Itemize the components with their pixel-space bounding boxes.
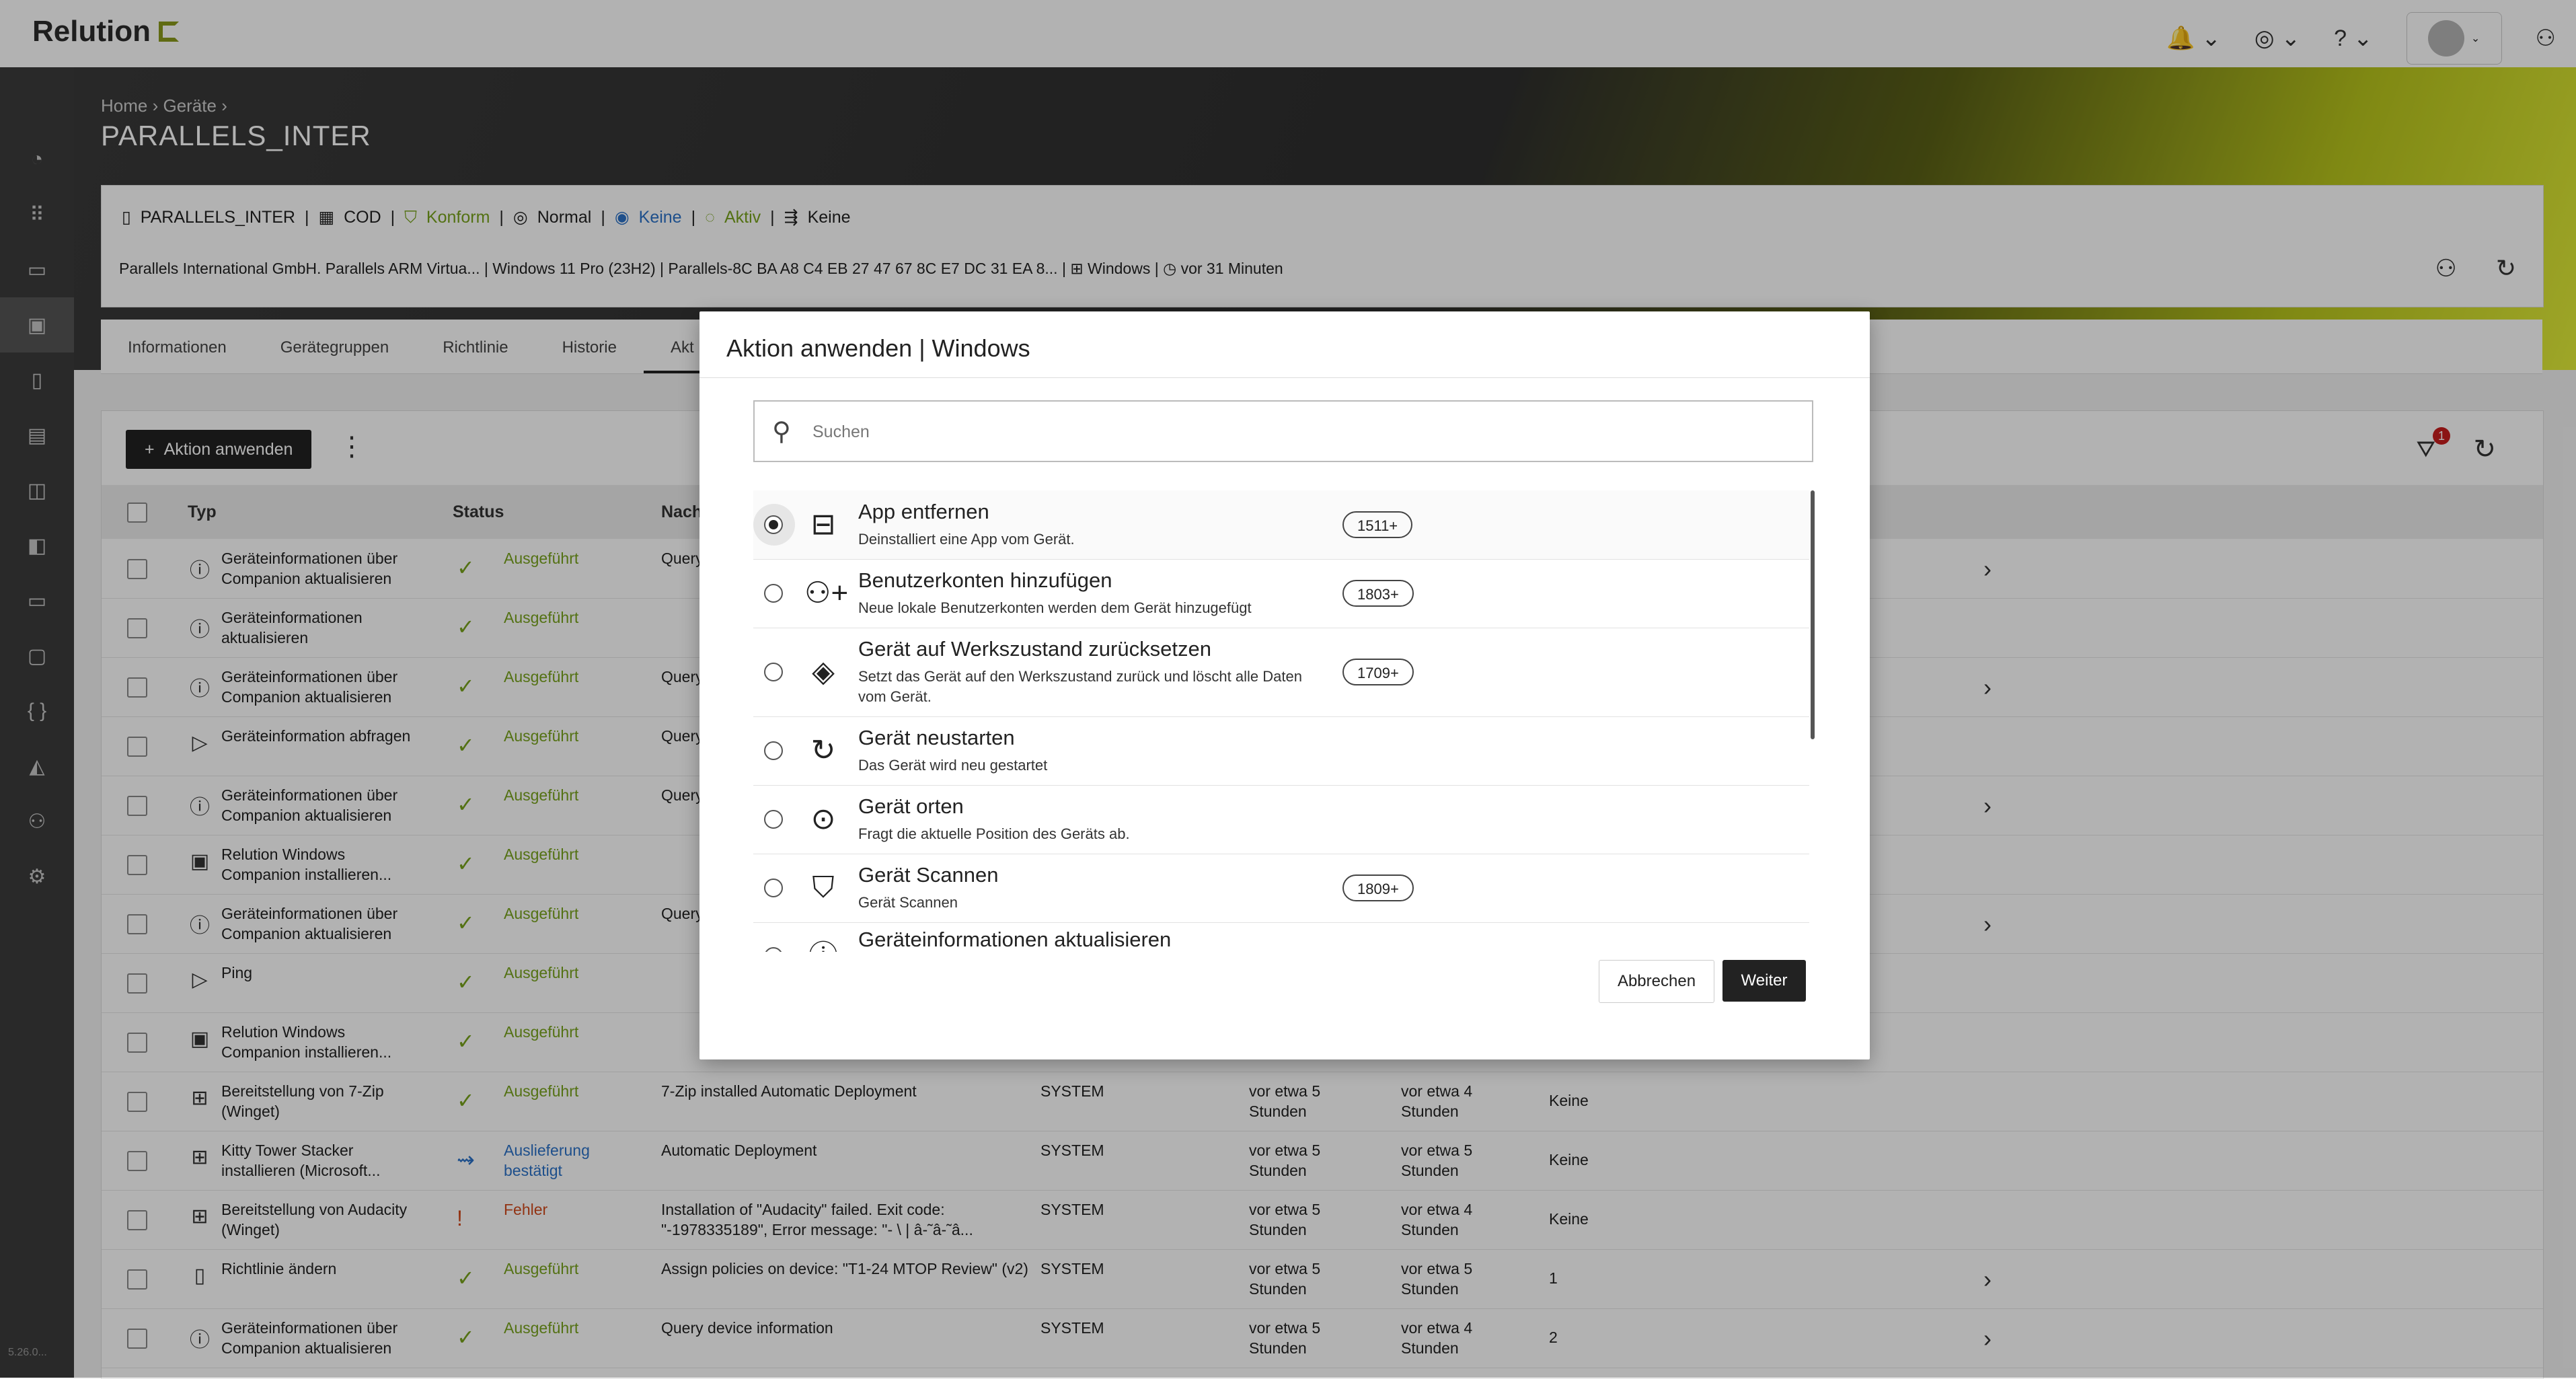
action-option[interactable]: ⛉ Gerät Scannen Gerät Scannen 1809+: [753, 854, 1809, 923]
option-radio[interactable]: [764, 879, 783, 897]
version-pill: 1803+: [1342, 580, 1414, 607]
option-title: Gerät auf Werkszustand zurücksetzen: [858, 637, 1211, 661]
option-radio[interactable]: [764, 515, 783, 534]
refresh-info-icon: ⓘ: [804, 938, 842, 952]
action-option[interactable]: ⊟ App entfernen Deinstalliert eine App vom…: [753, 490, 1809, 560]
option-title: Benutzerkonten hinzufügen: [858, 568, 1112, 592]
action-option[interactable]: ↻ Gerät neustarten Das Gerät wird neu gest…: [753, 716, 1809, 786]
option-description: Deinstalliert eine App vom Gerät.: [858, 531, 1075, 548]
option-title: Gerät neustarten: [858, 726, 1015, 749]
add-user-icon: ⚇+: [804, 576, 849, 609]
eraser-icon: ◈: [812, 655, 835, 688]
option-radio[interactable]: [764, 584, 783, 603]
option-title: App entfernen: [858, 500, 989, 523]
divider: [699, 377, 1870, 378]
action-option[interactable]: ⊙ Gerät orten Fragt die aktuelle Position …: [753, 785, 1809, 854]
cancel-button[interactable]: Abbrechen: [1599, 960, 1714, 1003]
option-radio[interactable]: [764, 663, 783, 681]
list-scrollbar[interactable]: [1811, 490, 1815, 739]
restart-icon: ↻: [810, 734, 836, 767]
action-option[interactable]: ⚇+ Benutzerkonten hinzufügen Neue lokale B…: [753, 559, 1809, 628]
action-list: ⊟ App entfernen Deinstalliert eine App vom…: [753, 490, 1816, 952]
version-pill: 1809+: [1342, 874, 1414, 901]
search-input[interactable]: [811, 414, 1789, 450]
action-option[interactable]: ⓘ Geräteinformationen aktualisieren: [753, 922, 1809, 952]
option-description: Fragt die aktuelle Position des Geräts a…: [858, 825, 1130, 842]
option-description: Neue lokale Benutzerkonten werden dem Ge…: [858, 599, 1252, 616]
locate-icon: ⊙: [810, 803, 836, 835]
option-title: Geräteinformationen aktualisieren: [858, 928, 1172, 951]
action-option[interactable]: ◈ Gerät auf Werkszustand zurücksetzen Setz…: [753, 628, 1809, 717]
option-title: Gerät Scannen: [858, 863, 999, 887]
option-radio[interactable]: [764, 947, 783, 952]
option-radio[interactable]: [764, 810, 783, 829]
version-pill: 1709+: [1342, 659, 1414, 685]
search-box: ⚲: [753, 400, 1813, 462]
option-description: Gerät Scannen: [858, 894, 958, 911]
option-description: Das Gerät wird neu gestartet: [858, 757, 1048, 774]
app-remove-icon: ⊟: [810, 508, 836, 541]
option-title: Gerät orten: [858, 794, 964, 818]
shield-icon: ⛉: [812, 871, 835, 904]
next-button[interactable]: Weiter: [1722, 960, 1806, 1002]
option-description: Setzt das Gerät auf den Werkszustand zur…: [858, 668, 1302, 705]
version-pill: 1511+: [1342, 511, 1413, 538]
dialog-title: Aktion anwenden | Windows: [726, 334, 1030, 362]
option-radio[interactable]: [764, 741, 783, 760]
apply-action-dialog: Aktion anwenden | Windows ⚲ ⊟ App entfern…: [699, 311, 1870, 1059]
search-icon: ⚲: [772, 418, 791, 446]
